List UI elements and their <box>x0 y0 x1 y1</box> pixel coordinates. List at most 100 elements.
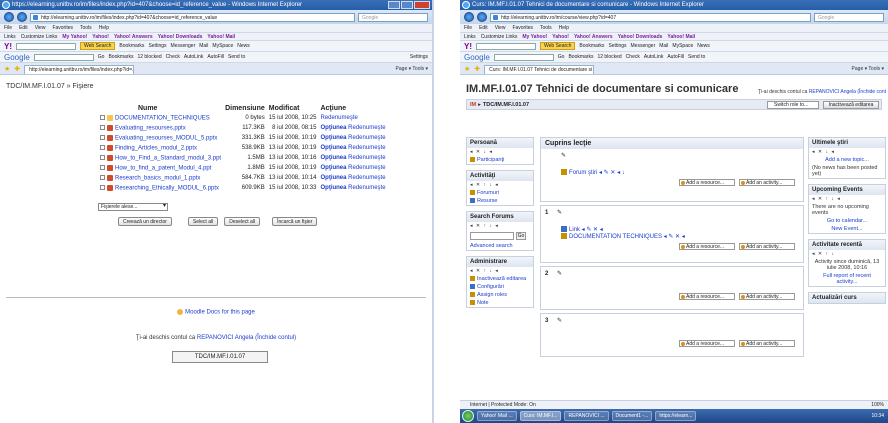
breadcrumb-home[interactable]: IM <box>470 102 476 108</box>
task-repanovici[interactable]: REPANOVICI ... <box>564 411 609 421</box>
google-popup-blocked[interactable]: 12 blocked <box>137 54 161 60</box>
yahoo-messenger[interactable]: Messenger <box>171 43 196 49</box>
block-edit-icons[interactable]: ◂ ✕ ↑ ↓ <box>809 250 885 258</box>
rename-link[interactable]: Redenumeşte <box>348 175 385 181</box>
start-button[interactable] <box>462 410 474 422</box>
menu-help[interactable]: Help <box>99 24 109 32</box>
admin-item-edit[interactable]: Inactivează editarea <box>467 275 533 283</box>
yahoo-bookmarks[interactable]: Bookmarks <box>119 43 144 49</box>
options-link[interactable]: Opţiunea <box>320 175 346 181</box>
menu-tools[interactable]: Tools <box>80 24 92 32</box>
rename-link[interactable]: Redenumeşte <box>348 185 385 191</box>
forum-search-go-button[interactable]: Go <box>516 232 526 240</box>
yahoo-settings[interactable]: Settings <box>608 43 626 49</box>
admin-item-settings[interactable]: Configurări <box>467 283 533 291</box>
add-resource-select[interactable]: Add a resource... <box>679 243 735 250</box>
rename-link[interactable]: Redenumeşte <box>320 115 357 121</box>
file-link[interactable]: Finding_Articles_modul_2.pptx <box>115 145 197 151</box>
logout-link[interactable]: (Închide contul) <box>253 335 296 341</box>
yahoo-settings[interactable]: Settings <box>148 43 166 49</box>
zoom-level[interactable]: 100% <box>871 401 884 409</box>
add-favorites-icon[interactable]: ✚ <box>474 65 480 73</box>
forum-search-input[interactable] <box>470 232 514 240</box>
yahoo-messenger[interactable]: Messenger <box>631 43 656 49</box>
add-resource-select[interactable]: Add a resource... <box>679 179 735 186</box>
edit-toggle-button[interactable]: Inactivează editarea <box>823 101 879 109</box>
file-link[interactable]: How_to_Find_a_Standard_modul_3.ppt <box>115 155 221 161</box>
yahoo-myspace[interactable]: MySpace <box>672 43 693 49</box>
google-autolink[interactable]: AutoLink <box>644 54 663 60</box>
link-yahoo-mail[interactable]: Yahoo! Mail <box>207 33 235 40</box>
admin-item-grades[interactable]: Note <box>467 299 533 307</box>
forward-button[interactable] <box>17 12 27 22</box>
rename-link[interactable]: Redenumeşte <box>348 165 385 171</box>
block-edit-icons[interactable]: ◂ ✕ ↑ ↓ ◂ <box>467 267 533 275</box>
address-bar[interactable]: http://elearning.unitbv.ro/im/files/inde… <box>30 12 355 22</box>
rename-link[interactable]: Redenumeşte <box>348 155 385 161</box>
minimize-button[interactable] <box>388 1 400 9</box>
row-checkbox[interactable] <box>100 185 105 191</box>
forums-link[interactable]: Forumuri <box>467 189 533 197</box>
google-go[interactable]: Go <box>558 54 565 60</box>
menu-edit[interactable]: Edit <box>479 24 488 32</box>
col-name[interactable]: Nume <box>98 104 223 113</box>
google-autofill[interactable]: AutoFill <box>667 54 684 60</box>
menu-file[interactable]: File <box>4 24 12 32</box>
file-link[interactable]: DOCUMENTATION_TECHNIQUES <box>115 115 210 121</box>
options-link[interactable]: Opţiunea <box>320 125 346 131</box>
google-sendto[interactable]: Send to <box>228 54 245 60</box>
search-input[interactable]: Google <box>358 12 428 22</box>
menu-favorites[interactable]: Favorites <box>52 24 73 32</box>
block-edit-icons[interactable]: ◂ ✕ ↑ ↓ ◂ <box>467 222 533 230</box>
menu-edit[interactable]: Edit <box>19 24 28 32</box>
link-resource[interactable]: Link ◂ ✎ ✕ ◂ <box>561 226 799 233</box>
add-activity-select[interactable]: Add an activity... <box>739 340 795 347</box>
logout-link[interactable]: (Închide cont <box>856 89 886 95</box>
row-checkbox[interactable] <box>100 115 105 121</box>
add-favorites-icon[interactable]: ✚ <box>14 65 20 73</box>
news-forum-link[interactable]: Forum ştiri ◂ ✎ ✕ ◂ ↓ <box>561 169 799 176</box>
select-all-button[interactable]: Select all <box>187 217 219 226</box>
address-bar[interactable]: http://elearning.unitbv.ro/im/course/vie… <box>490 12 811 22</box>
resources-link[interactable]: Resurse <box>467 197 533 205</box>
link-yahoo[interactable]: Yahoo! <box>92 33 109 40</box>
add-activity-select[interactable]: Add an activity... <box>739 243 795 250</box>
full-report-link[interactable]: Full report of recent activity... <box>809 272 885 286</box>
link-yahoo-mail[interactable]: Yahoo! Mail <box>667 33 695 40</box>
task-course[interactable]: Curs: IM.MF.I... <box>519 411 562 421</box>
switch-role-select[interactable]: Switch role to... <box>767 101 819 109</box>
close-button[interactable] <box>414 1 430 9</box>
forward-button[interactable] <box>477 12 487 22</box>
google-popup-blocked[interactable]: 12 blocked <box>597 54 621 60</box>
favorites-star-icon[interactable]: ★ <box>464 65 470 73</box>
task-elearning[interactable]: https://elearn... <box>655 411 697 421</box>
yahoo-news[interactable]: News <box>697 43 710 49</box>
web-search-button[interactable]: Web Search <box>80 42 116 50</box>
options-link[interactable]: Opţiunea <box>320 135 346 141</box>
rename-link[interactable]: Redenumeşte <box>348 135 385 141</box>
block-edit-icons[interactable]: ◂ ✕ ↑ ↓ ◂ <box>809 195 885 203</box>
block-edit-icons[interactable]: ◂ ✕ ↑ ↓ ◂ <box>467 181 533 189</box>
rename-link[interactable]: Redenumeşte <box>348 145 385 151</box>
yahoo-mail[interactable]: Mail <box>659 43 668 49</box>
create-directory-button[interactable]: Creează un director <box>118 217 172 226</box>
page-tools[interactable]: Page ▾ Tools ▾ <box>396 66 432 72</box>
user-link[interactable]: REPANOVICI Angela <box>809 89 856 95</box>
row-checkbox[interactable] <box>100 145 105 151</box>
menu-view[interactable]: View <box>35 24 46 32</box>
course-footer-button[interactable]: TDC/IM.MF.I.01.07 <box>172 351 268 363</box>
file-link[interactable]: How_to_find_a_patent_Modul_4.ppt <box>115 165 211 171</box>
link-yahoo-answers[interactable]: Yahoo! Answers <box>574 33 613 40</box>
rename-link[interactable]: Redenumeşte <box>348 125 385 131</box>
options-link[interactable]: Opţiunea <box>320 185 346 191</box>
new-event-link[interactable]: New Event... <box>809 225 885 233</box>
deselect-all-button[interactable]: Deselect all <box>224 217 261 226</box>
doc-techniques-resource[interactable]: DOCUMENTATION TECHNIQUES ◂ ✎ ✕ ◂ <box>561 233 799 240</box>
menu-tools[interactable]: Tools <box>540 24 552 32</box>
summary-edit-icon[interactable]: ✎ <box>557 317 799 324</box>
yahoo-search-input[interactable] <box>16 42 76 50</box>
options-link[interactable]: Opţiunea <box>320 165 346 171</box>
google-bookmarks[interactable]: Bookmarks <box>108 54 133 60</box>
task-yahoo-mail[interactable]: Yahoo! Mail ... <box>477 411 517 421</box>
google-check[interactable]: Check <box>166 54 180 60</box>
